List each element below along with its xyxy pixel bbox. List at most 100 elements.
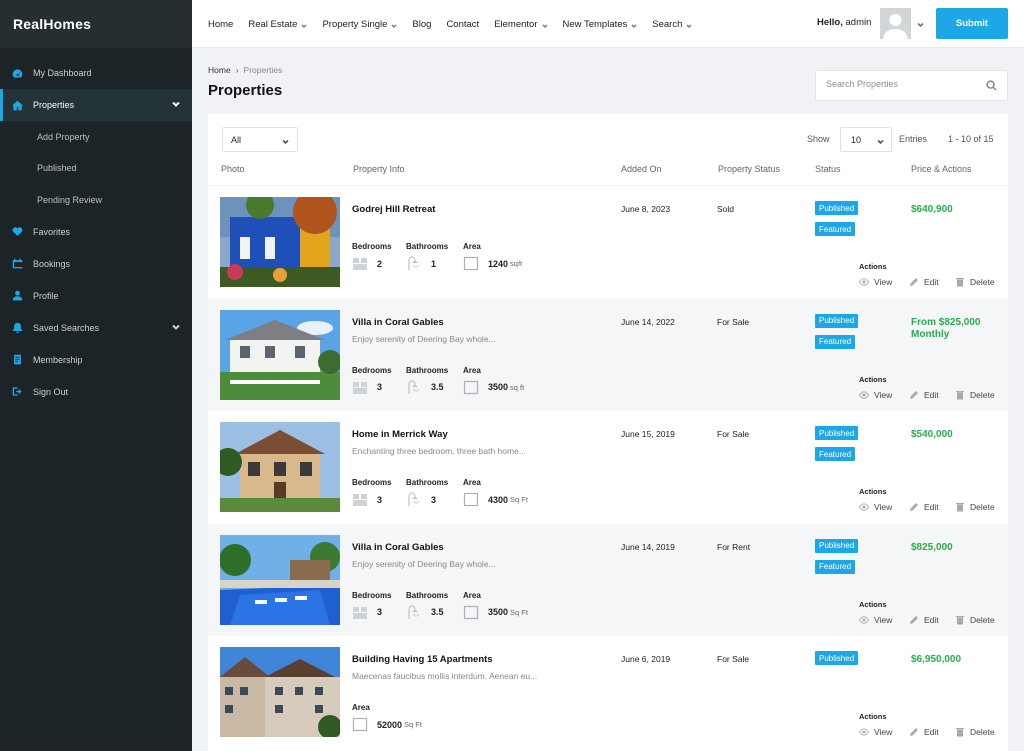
status-badge-featured: Featured (815, 334, 856, 349)
sidebar-item-favorites[interactable]: Favorites (0, 216, 192, 248)
chevron-down-icon[interactable] (917, 20, 924, 28)
search-input[interactable] (826, 79, 976, 89)
entries-select[interactable]: 10 (840, 127, 892, 152)
menu-item-new-templates[interactable]: New Templates (563, 19, 638, 30)
delete-action[interactable]: Delete (955, 727, 995, 737)
edit-action[interactable]: Edit (909, 277, 939, 287)
property-title[interactable]: Home in Merrick Way (352, 429, 448, 440)
shower-icon (406, 604, 422, 620)
action-label: Delete (970, 727, 995, 737)
feature-label: Bathrooms (406, 590, 449, 600)
bell-icon (12, 322, 23, 333)
view-action[interactable]: View (858, 615, 892, 625)
feature-label: Area (463, 478, 481, 487)
status-badge-published: Published (815, 313, 859, 328)
property-photo[interactable] (220, 534, 340, 625)
area-feature: Area 3500 sq ft (463, 366, 524, 394)
area-value: 3500 (488, 607, 509, 617)
view-action[interactable]: View (858, 390, 892, 400)
sidebar-item-my-dashboard[interactable]: My Dashboard (0, 57, 192, 89)
delete-action[interactable]: Delete (955, 502, 995, 512)
action-label: Edit (924, 502, 939, 512)
sidebar-item-profile[interactable]: Profile (0, 280, 192, 312)
dashboard-icon (12, 68, 23, 79)
search-icon[interactable] (986, 80, 997, 91)
status-badge-featured: Featured (815, 447, 856, 461)
feature-value: 3500 sq ft (463, 380, 524, 395)
sidebar-item-membership[interactable]: Membership (0, 344, 192, 376)
feature-label: Bathrooms (406, 365, 449, 375)
price-value: $6,950,000 (911, 654, 962, 665)
menu-label: Home (208, 18, 234, 30)
sidebar-item-sign-out[interactable]: Sign Out (0, 376, 192, 408)
status-badge-published: Published (815, 651, 859, 665)
menu-item-blog[interactable]: Blog (412, 19, 431, 30)
submit-button[interactable]: Submit (936, 8, 1008, 39)
chevron-down-icon[interactable] (172, 323, 180, 331)
sidebar-subitem-pending-review[interactable]: Pending Review (0, 184, 192, 216)
delete-action[interactable]: Delete (955, 277, 995, 287)
property-status: For Sale (717, 316, 750, 327)
price-period: Monthly (911, 328, 950, 340)
edit-action[interactable]: Edit (909, 727, 939, 737)
filter-value: All (231, 134, 242, 145)
property-title[interactable]: Villa in Coral Gables (352, 542, 444, 553)
delete-action[interactable]: Delete (955, 615, 995, 625)
area-feature: Area 52000 Sq Ft (352, 703, 422, 732)
actions-label: Actions (859, 487, 887, 496)
property-photo[interactable] (220, 309, 340, 400)
brand-logo[interactable]: RealHomes (0, 0, 192, 48)
menu-item-elementor[interactable]: Elementor (494, 19, 548, 30)
area-icon (463, 380, 479, 395)
feature-value: 3 (352, 380, 382, 395)
menu-item-contact[interactable]: Contact (446, 19, 479, 30)
area-unit: sq ft (510, 382, 525, 392)
sidebar-item-label: Profile (33, 290, 59, 301)
chevron-down-icon[interactable] (172, 100, 180, 108)
status-filter-select[interactable]: All (222, 127, 298, 152)
property-photo[interactable] (220, 197, 340, 287)
added-on-date: June 6, 2019 (621, 654, 671, 664)
view-action[interactable]: View (858, 502, 893, 512)
avatar[interactable] (880, 8, 911, 39)
view-action[interactable]: View (858, 727, 892, 737)
feature-value: 1240 sqft (463, 256, 522, 271)
price-value: $640,900 (911, 204, 953, 215)
delete-action[interactable]: Delete (955, 390, 995, 400)
area-value: 52000 (377, 719, 403, 730)
trash-icon (955, 727, 965, 737)
action-label: Edit (924, 614, 939, 625)
property-photo[interactable] (220, 422, 340, 512)
bedrooms-value: 3 (377, 494, 383, 505)
property-status: For Rent (717, 541, 751, 552)
area-unit: Sq Ft (404, 720, 422, 729)
sidebar-item-label: Favorites (33, 226, 71, 237)
menu-item-home[interactable]: Home (208, 19, 233, 30)
menu-item-property-single[interactable]: Property Single (322, 19, 397, 30)
property-title[interactable]: Godrej Hill Retreat (352, 204, 435, 215)
calendar-icon (12, 258, 23, 269)
property-title[interactable]: Building Having 15 Apartments (352, 654, 493, 665)
property-title[interactable]: Villa in Coral Gables (352, 317, 444, 328)
menu-item-real-estate[interactable]: Real Estate (248, 19, 308, 30)
property-photo[interactable] (220, 647, 340, 737)
view-action[interactable]: View (858, 277, 892, 287)
status-badge-featured: Featured (815, 222, 856, 236)
sidebar-item-properties[interactable]: Properties (0, 89, 192, 121)
edit-action[interactable]: Edit (909, 502, 939, 512)
status-badge-published: Published (815, 538, 859, 553)
feature-value: 52000 Sq Ft (352, 717, 422, 732)
sidebar-subitem-add-property[interactable]: Add Property (0, 121, 192, 153)
sidebar-item-saved-searches[interactable]: Saved Searches (0, 312, 192, 344)
edit-action[interactable]: Edit (909, 390, 939, 400)
sidebar-item-label: Membership (33, 354, 83, 365)
edit-action[interactable]: Edit (909, 615, 939, 625)
sidebar-subitem-published[interactable]: Published (0, 153, 192, 185)
sidebar-item-bookings[interactable]: Bookings (0, 248, 192, 280)
action-label: View (874, 502, 893, 512)
area-feature: Area 3500 Sq Ft (463, 591, 528, 619)
pencil-icon (909, 277, 919, 287)
menu-item-search[interactable]: Search (652, 19, 692, 30)
area-unit: Sq Ft (510, 495, 528, 504)
breadcrumb-home[interactable]: Home (208, 65, 231, 75)
